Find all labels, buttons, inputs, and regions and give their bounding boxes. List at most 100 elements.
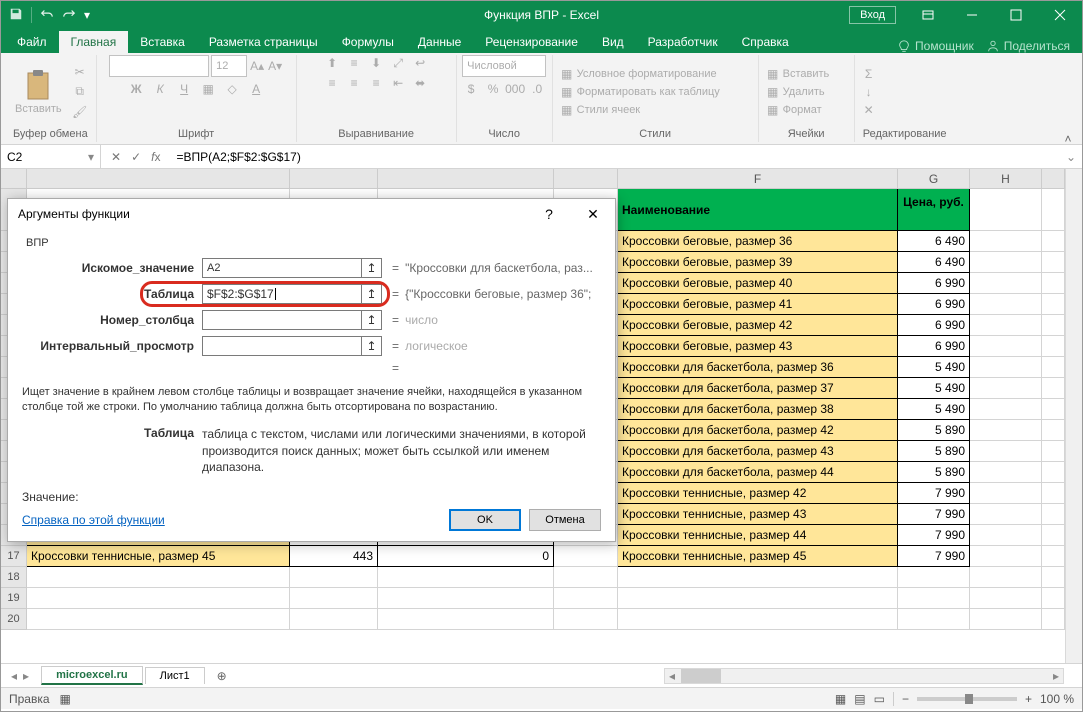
dialog-close-icon[interactable]: ✕ [571,199,615,229]
select-all[interactable] [1,169,27,189]
function-help-link[interactable]: Справка по этой функции [22,513,165,527]
col-D[interactable] [554,169,618,189]
horizontal-scrollbar[interactable]: ◂▸ [664,668,1064,684]
collapse-ribbon-icon[interactable]: ˄ [1058,131,1078,147]
view-layout-icon[interactable]: ▤ [854,692,865,706]
decrease-font-icon[interactable]: A▾ [267,58,283,74]
currency-icon[interactable]: $ [463,81,479,97]
delete-cells[interactable]: ▦Удалить [765,84,825,100]
expand-formula-bar-icon[interactable]: ⌄ [1060,150,1082,164]
tab-help[interactable]: Справка [730,31,801,53]
name-box[interactable]: C2▾ [1,145,101,168]
arg4-ref-icon[interactable]: ↥ [362,336,382,356]
arg3-input[interactable] [202,310,362,330]
close-icon[interactable] [1038,1,1082,29]
arg3-ref-icon[interactable]: ↥ [362,310,382,330]
format-painter-icon[interactable]: 🖌 [72,104,88,120]
align-middle-icon[interactable]: ≡ [346,55,362,71]
dialog-help-icon[interactable]: ? [527,199,571,229]
col-B[interactable] [290,169,378,189]
formula-input[interactable]: =ВПР(A2;$F$2:$G$17) [170,150,1059,164]
tab-home[interactable]: Главная [59,31,129,53]
arg1-ref-icon[interactable]: ↥ [362,258,382,278]
maximize-icon[interactable] [994,1,1038,29]
zoom-level[interactable]: 100 % [1040,692,1074,706]
underline-icon[interactable]: Ч [176,81,192,97]
col-G[interactable]: G [898,169,970,189]
tab-view[interactable]: Вид [590,31,636,53]
tab-insert[interactable]: Вставка [128,31,197,53]
cancel-formula-icon[interactable]: ✕ [111,150,121,164]
font-name[interactable] [109,55,209,77]
font-size[interactable]: 12 [211,55,247,77]
tab-formulas[interactable]: Формулы [330,31,406,53]
tab-developer[interactable]: Разработчик [636,31,730,53]
align-left-icon[interactable]: ≡ [324,75,340,91]
wrap-text-icon[interactable]: ↩ [412,55,428,71]
login-button[interactable]: Вход [849,6,896,24]
tab-file[interactable]: Файл [5,31,59,53]
clear[interactable]: ✕ [861,102,877,118]
arg4-input[interactable] [202,336,362,356]
fill[interactable]: ↓ [861,84,877,100]
autosum[interactable]: Σ [861,66,877,82]
cut-icon[interactable]: ✂ [72,64,88,80]
conditional-formatting[interactable]: ▦Условное форматирование [559,66,717,82]
format-cells[interactable]: ▦Формат [765,102,822,118]
view-pagebreak-icon[interactable]: ▭ [874,692,885,706]
orientation-icon[interactable]: ⤢ [390,55,406,71]
macro-record-icon[interactable]: ▦ [60,692,71,706]
inc-decimal-icon[interactable]: .0 [529,81,545,97]
save-icon[interactable] [9,7,23,24]
bold-icon[interactable]: Ж [128,81,144,97]
increase-font-icon[interactable]: A▴ [249,58,265,74]
merge-icon[interactable]: ⬌ [412,75,428,91]
paste-button[interactable]: Вставить [11,67,66,117]
cancel-button[interactable]: Отмена [529,509,601,531]
dialog-title[interactable]: Аргументы функции ? ✕ [8,199,615,229]
arg1-input[interactable]: A2 [202,258,362,278]
italic-icon[interactable]: К [152,81,168,97]
copy-icon[interactable]: ⧉ [72,84,88,100]
fx-icon[interactable]: fx [151,150,160,164]
tab-next-icon[interactable]: ▸ [23,669,29,683]
enter-formula-icon[interactable]: ✓ [131,150,141,164]
percent-icon[interactable]: % [485,81,501,97]
col-H[interactable]: H [970,169,1042,189]
align-right-icon[interactable]: ≡ [368,75,384,91]
comma-icon[interactable]: 000 [507,81,523,97]
minimize-icon[interactable] [950,1,994,29]
tab-data[interactable]: Данные [406,31,473,53]
ok-button[interactable]: OK [449,509,521,531]
format-as-table[interactable]: ▦Форматировать как таблицу [559,84,720,100]
sheet-tab-1[interactable]: microexcel.ru [41,666,143,685]
indent-dec-icon[interactable]: ⇤ [390,75,406,91]
view-normal-icon[interactable]: ▦ [835,692,846,706]
undo-icon[interactable] [40,7,54,24]
tab-layout[interactable]: Разметка страницы [197,31,330,53]
sheet-tab-2[interactable]: Лист1 [145,667,205,684]
arg2-input[interactable]: $F$2:$G$17 [202,284,362,304]
align-center-icon[interactable]: ≡ [346,75,362,91]
vertical-scrollbar[interactable] [1065,169,1082,663]
insert-cells[interactable]: ▦Вставить [765,66,830,82]
col-F[interactable]: F [618,169,898,189]
border-icon[interactable]: ▦ [200,81,216,97]
zoom-in-icon[interactable]: + [1025,692,1032,706]
fill-color-icon[interactable]: ◇ [224,81,240,97]
tab-prev-icon[interactable]: ◂ [11,669,17,683]
zoom-out-icon[interactable]: − [902,692,909,706]
align-top-icon[interactable]: ⬆ [324,55,340,71]
cell-styles[interactable]: ▦Стили ячеек [559,102,640,118]
ribbon-display-icon[interactable] [906,1,950,29]
qat-customize-icon[interactable]: ▾ [84,8,90,22]
arg2-ref-icon[interactable]: ↥ [362,284,382,304]
share-button[interactable]: Поделиться [986,39,1070,53]
zoom-slider[interactable] [917,697,1017,701]
tab-review[interactable]: Рецензирование [473,31,590,53]
col-A[interactable] [27,169,290,189]
font-color-icon[interactable]: А [248,81,264,97]
col-C[interactable] [378,169,554,189]
tell-me[interactable]: Помощник [897,39,974,53]
number-format[interactable]: Числовой [462,55,546,77]
